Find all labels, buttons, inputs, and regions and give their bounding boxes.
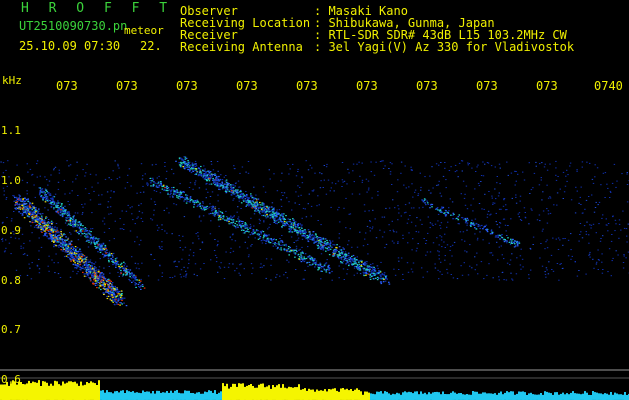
x-tick-label: 073: [356, 79, 378, 93]
meteor-echo-traces: [13, 156, 521, 307]
x-tick-label: 073: [536, 79, 558, 93]
x-tick-label: 0740: [594, 79, 623, 93]
x-tick-label: 073: [416, 79, 438, 93]
x-tick-label: 073: [176, 79, 198, 93]
y-tick-label: 0.7: [1, 323, 21, 336]
y-tick-label: 0.6: [1, 373, 21, 386]
y-tick-label: 0.9: [1, 224, 21, 237]
app-title: H R O F F T: [21, 1, 174, 16]
detection-type: meteor: [124, 24, 164, 37]
info-value-antenna: : 3el Yagi(V) Az 330 for Vladivostok: [314, 40, 575, 54]
spectrogram-window: H R O F F T UT2510090730.pn meteor 25.10…: [0, 0, 629, 400]
y-tick-label: 1.0: [1, 174, 21, 187]
y-tick-label: 0.8: [1, 274, 21, 287]
info-label-antenna: Receiving Antenna: [180, 40, 303, 54]
x-tick-label: 073: [116, 79, 138, 93]
waterfall-display: [0, 156, 629, 400]
timestamp: 25.10.09 07:30: [19, 39, 121, 53]
x-tick-label: 073: [476, 79, 498, 93]
noise-level-bars: [0, 380, 629, 400]
x-tick-label: 073: [56, 79, 78, 93]
x-tick-label: 073: [296, 79, 318, 93]
x-tick-label: 073: [236, 79, 258, 93]
file-name: UT2510090730.pn: [19, 19, 128, 33]
frame-number: 22.: [140, 39, 162, 53]
y-tick-label: 1.1: [1, 124, 21, 137]
y-axis-unit: kHz: [2, 74, 22, 87]
